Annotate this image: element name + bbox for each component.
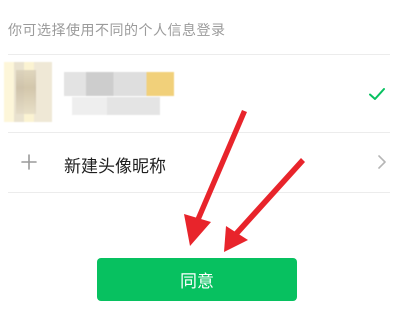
divider <box>8 192 390 193</box>
agree-button[interactable]: 同意 <box>97 258 297 301</box>
plus-icon <box>21 154 37 170</box>
avatar-blurred <box>4 62 52 122</box>
existing-profile-option[interactable] <box>0 55 398 132</box>
login-hint-text: 你可选择使用不同的个人信息登录 <box>8 23 226 39</box>
nickname-secondary-blurred <box>72 97 160 115</box>
new-avatar-nickname-label: 新建头像昵称 <box>64 157 166 177</box>
nickname-blurred <box>64 72 174 96</box>
new-avatar-nickname-option[interactable]: 新建头像昵称 <box>0 133 398 192</box>
chevron-right-icon <box>378 155 386 169</box>
check-icon <box>369 88 385 100</box>
